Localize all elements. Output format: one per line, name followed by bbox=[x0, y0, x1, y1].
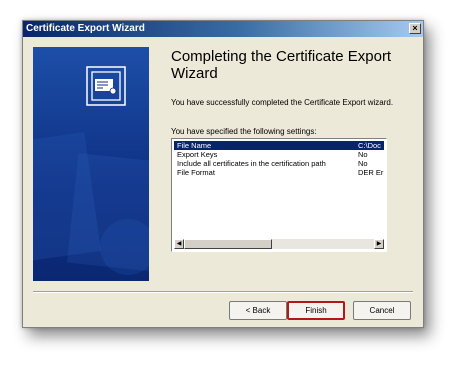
certificate-icon bbox=[86, 66, 126, 106]
completion-message: You have successfully completed the Cert… bbox=[171, 98, 394, 107]
horizontal-scrollbar[interactable]: ◀ ▶ bbox=[174, 239, 384, 249]
title-bar: Certificate Export Wizard × bbox=[23, 21, 423, 37]
setting-name: File Name bbox=[177, 141, 212, 150]
settings-label: You have specified the following setting… bbox=[171, 127, 317, 136]
cancel-button[interactable]: Cancel bbox=[353, 301, 411, 320]
scroll-right-icon[interactable]: ▶ bbox=[374, 239, 384, 249]
list-item[interactable]: Export Keys No bbox=[174, 150, 384, 159]
setting-value: DER Er bbox=[358, 168, 384, 177]
settings-list[interactable]: File Name C:\Doc Export Keys No Include … bbox=[171, 138, 387, 252]
setting-value: No bbox=[358, 159, 368, 168]
finish-button[interactable]: Finish bbox=[287, 301, 345, 320]
setting-value: C:\Doc bbox=[358, 141, 381, 150]
page-title: Completing the Certificate Export Wizard bbox=[171, 48, 392, 82]
setting-name: File Format bbox=[177, 168, 215, 177]
wizard-window: Certificate Export Wizard × Completing t… bbox=[22, 20, 424, 328]
close-icon[interactable]: × bbox=[409, 23, 421, 34]
window-title: Certificate Export Wizard bbox=[26, 23, 145, 34]
wizard-banner bbox=[33, 47, 149, 281]
banner-art bbox=[33, 66, 149, 275]
setting-name: Export Keys bbox=[177, 150, 218, 159]
list-item[interactable]: Include all certificates in the certific… bbox=[174, 159, 384, 168]
scroll-left-icon[interactable]: ◀ bbox=[174, 239, 184, 249]
setting-value: No bbox=[358, 150, 368, 159]
scroll-thumb[interactable] bbox=[184, 239, 272, 249]
setting-name: Include all certificates in the certific… bbox=[177, 159, 326, 168]
list-item[interactable]: File Name C:\Doc bbox=[174, 141, 384, 150]
back-button[interactable]: < Back bbox=[229, 301, 287, 320]
button-separator bbox=[33, 291, 413, 293]
list-item[interactable]: File Format DER Er bbox=[174, 168, 384, 177]
